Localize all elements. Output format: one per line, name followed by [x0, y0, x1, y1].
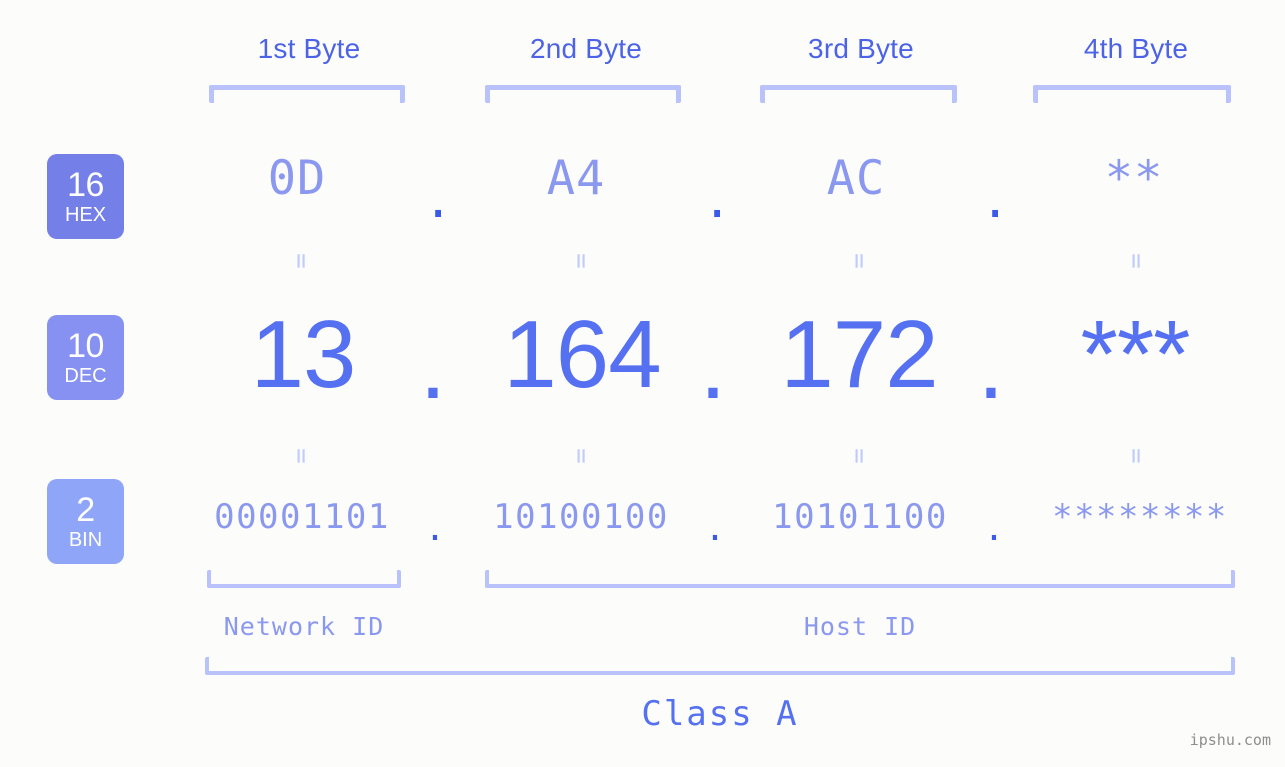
byte-header-4: 4th Byte	[1083, 33, 1189, 64]
dec-separator-1: .	[419, 312, 447, 419]
byte-bracket-3	[760, 85, 957, 103]
dec-separator-3: .	[977, 312, 1005, 419]
bin-separator-1: .	[424, 509, 446, 549]
hex-separator-1: .	[424, 174, 453, 229]
site-watermark: ipshu.com	[1189, 731, 1271, 749]
bin-byte-4: ********	[1052, 497, 1228, 537]
byte-header-3: 3rd Byte	[808, 33, 914, 64]
byte-bracket-1	[209, 85, 405, 103]
bin-separator-3: .	[983, 509, 1005, 549]
class-bracket	[205, 657, 1235, 675]
host-id-label: Host ID	[803, 612, 917, 641]
bin-byte-3: 10101100	[772, 497, 948, 537]
hex-separator-3: .	[981, 174, 1010, 229]
byte-bracket-2	[485, 85, 681, 103]
base-badge-bin: 2 BIN	[47, 479, 124, 564]
network-id-bracket	[207, 570, 401, 588]
ip-address-breakdown-diagram: 1st Byte 2nd Byte 3rd Byte 4th Byte 16 H…	[0, 0, 1285, 767]
base-badge-dec-name: DEC	[64, 365, 107, 387]
byte-bracket-4	[1033, 85, 1231, 103]
base-badge-bin-name: BIN	[68, 529, 103, 551]
dec-separator-2: .	[699, 312, 727, 419]
base-badge-dec-number: 10	[67, 327, 104, 365]
network-id-label: Network ID	[223, 612, 385, 641]
bin-byte-1: 00001101	[214, 497, 390, 537]
byte-header-1: 1st Byte	[257, 33, 361, 64]
base-badge-dec: 10 DEC	[47, 315, 124, 400]
base-badge-hex-name: HEX	[64, 204, 107, 226]
base-badge-hex: 16 HEX	[47, 154, 124, 239]
bin-byte-2: 10100100	[493, 497, 669, 537]
host-id-bracket	[485, 570, 1235, 588]
hex-separator-2: .	[703, 174, 732, 229]
byte-header-2: 2nd Byte	[529, 33, 643, 64]
class-label: Class A	[641, 694, 799, 734]
base-badge-bin-number: 2	[76, 491, 95, 529]
bin-separator-2: .	[704, 509, 726, 549]
base-badge-hex-number: 16	[67, 166, 104, 204]
